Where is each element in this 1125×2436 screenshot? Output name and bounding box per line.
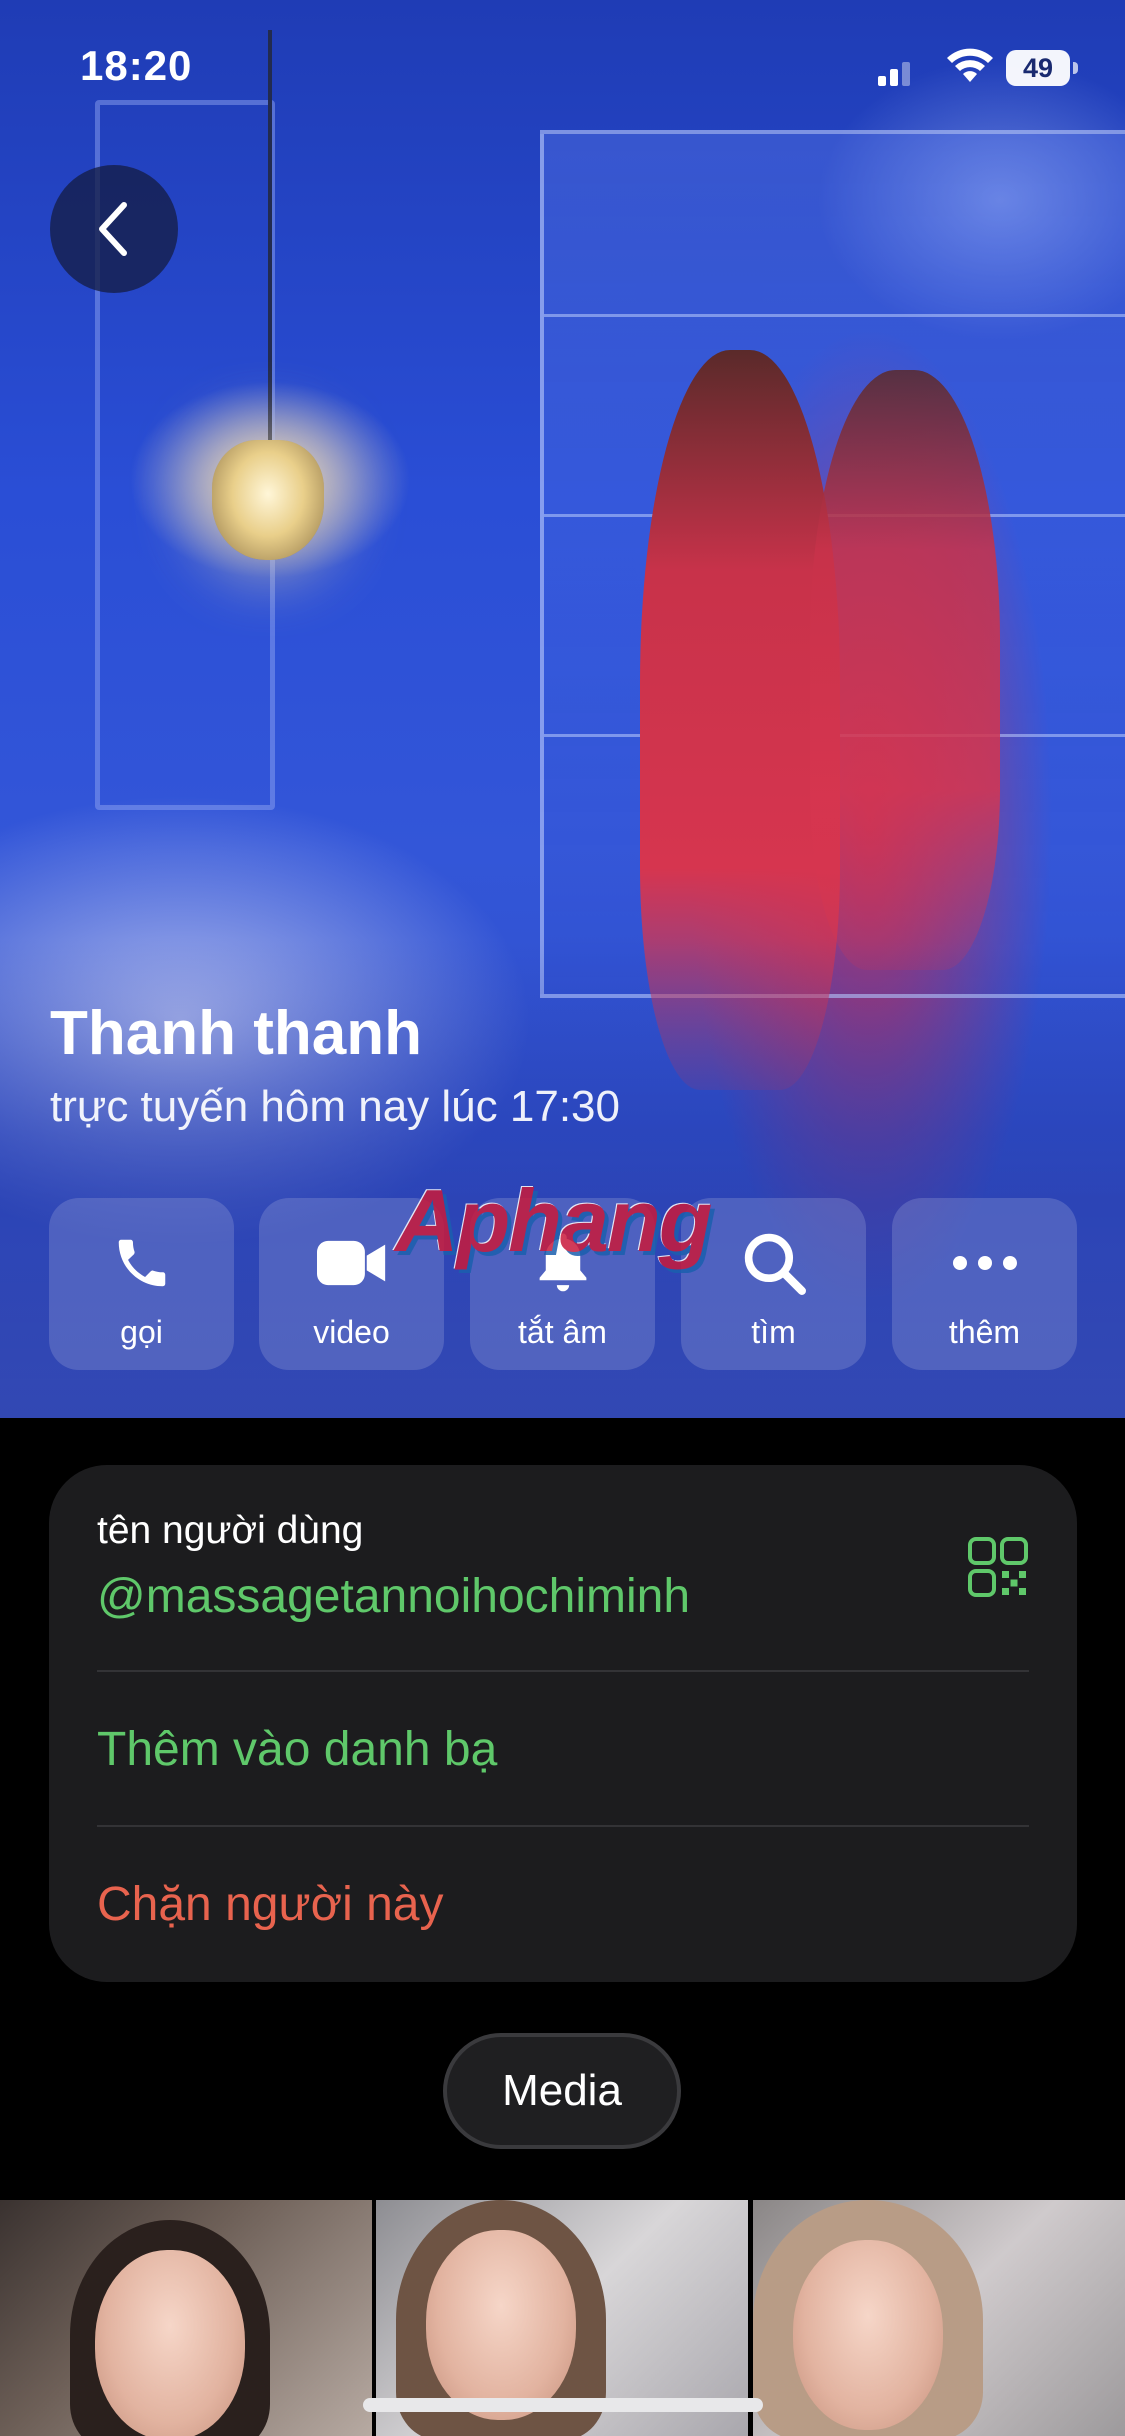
add-to-contacts-button[interactable]: Thêm vào danh bạ <box>97 1722 497 1777</box>
more-button[interactable]: thêm <box>892 1198 1077 1370</box>
block-user-button[interactable]: Chặn người này <box>97 1877 443 1932</box>
profile-last-seen: trực tuyến hôm nay lúc 17:30 <box>50 1082 620 1131</box>
media-thumbnail[interactable] <box>753 2200 1125 2436</box>
cellular-signal-icon <box>878 58 914 86</box>
media-thumbnail[interactable] <box>0 2200 372 2436</box>
back-button[interactable] <box>50 165 178 293</box>
pendant-lamp <box>212 440 324 560</box>
video-camera-icon <box>316 1228 387 1298</box>
battery-icon: 49 <box>1006 50 1078 86</box>
wifi-icon <box>947 48 993 82</box>
username-label: tên người dùng <box>97 1509 364 1552</box>
more-icon <box>950 1228 1020 1298</box>
face-shape <box>426 2230 576 2420</box>
woman-reflection <box>810 370 1000 970</box>
more-label: thêm <box>948 1314 1021 1350</box>
divider <box>97 1825 1029 1827</box>
profile-name: Thanh thanh <box>50 999 422 1068</box>
face-shape <box>793 2240 943 2430</box>
profile-info-card: tên người dùng @massagetannoihochiminh T… <box>49 1465 1077 1982</box>
call-label: gọi <box>120 1314 163 1350</box>
face-shape <box>95 2250 245 2436</box>
profile-header-photo[interactable]: 18:20 49 Thanh thanh trực tuyến hôm nay … <box>0 0 1125 1418</box>
status-time: 18:20 <box>80 42 193 89</box>
media-tab-button[interactable]: Media <box>443 2033 681 2149</box>
mute-label: tắt âm <box>518 1314 607 1350</box>
divider <box>97 1670 1029 1672</box>
home-indicator[interactable] <box>363 2398 763 2412</box>
status-bar: 18:20 49 <box>0 0 1125 135</box>
username-link[interactable]: @massagetannoihochiminh <box>97 1569 690 1624</box>
qr-code-icon[interactable] <box>968 1537 1028 1597</box>
search-icon <box>739 1228 809 1298</box>
phone-icon <box>107 1228 177 1298</box>
video-label: video <box>313 1314 390 1350</box>
watermark-logo: Aphang <box>395 1171 713 1270</box>
search-label: tìm <box>751 1314 796 1350</box>
chevron-left-icon <box>99 202 127 256</box>
call-button[interactable]: gọi <box>49 1198 234 1370</box>
